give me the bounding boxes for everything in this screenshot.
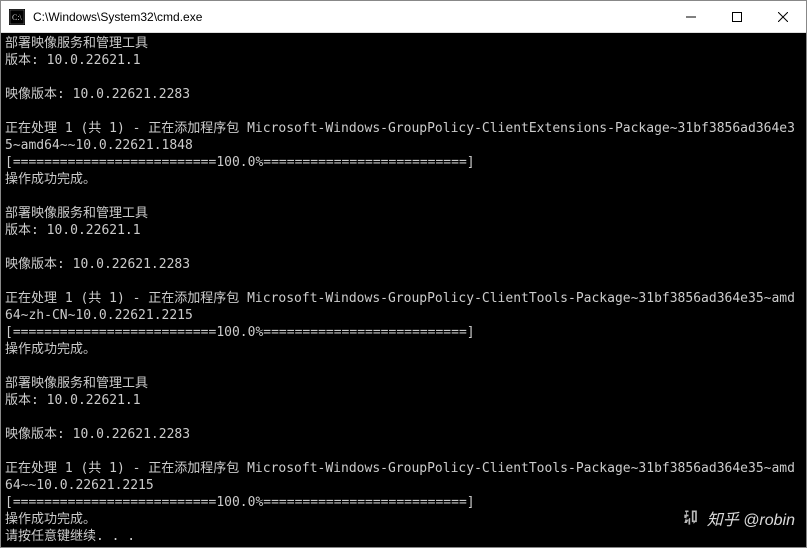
console-line: 版本: 10.0.22621.1 — [5, 392, 802, 409]
title-text: C:\Windows\System32\cmd.exe — [33, 10, 668, 24]
console-line: 版本: 10.0.22621.1 — [5, 52, 802, 69]
console-line: [==========================100.0%=======… — [5, 324, 802, 341]
console-line: 部署映像服务和管理工具 — [5, 35, 802, 52]
console-line: 请按任意键继续. . . — [5, 528, 802, 545]
console-line: 正在处理 1 (共 1) - 正在添加程序包 Microsoft-Windows… — [5, 460, 802, 494]
console-line: 版本: 10.0.22621.1 — [5, 222, 802, 239]
console-line — [5, 239, 802, 256]
console-line — [5, 443, 802, 460]
cmd-window: C:\ C:\Windows\System32\cmd.exe 部署映像服务和管… — [0, 0, 807, 548]
minimize-button[interactable] — [668, 1, 714, 32]
cmd-icon: C:\ — [9, 9, 25, 25]
watermark-text: 知乎 @robin — [707, 506, 795, 530]
console-line — [5, 273, 802, 290]
svg-text:C:\: C:\ — [12, 13, 23, 22]
console-line: 正在处理 1 (共 1) - 正在添加程序包 Microsoft-Windows… — [5, 290, 802, 324]
zhihu-icon — [681, 508, 701, 528]
window-controls — [668, 1, 806, 32]
console-line: 部署映像服务和管理工具 — [5, 205, 802, 222]
console-line: 操作成功完成。 — [5, 341, 802, 358]
console-line: 映像版本: 10.0.22621.2283 — [5, 256, 802, 273]
console-line: 操作成功完成。 — [5, 171, 802, 188]
console-line — [5, 69, 802, 86]
console-line — [5, 358, 802, 375]
watermark: 知乎 @robin — [681, 506, 795, 530]
console-line: 正在处理 1 (共 1) - 正在添加程序包 Microsoft-Windows… — [5, 120, 802, 154]
console-line — [5, 103, 802, 120]
maximize-button[interactable] — [714, 1, 760, 32]
console-line — [5, 188, 802, 205]
console-line: 映像版本: 10.0.22621.2283 — [5, 426, 802, 443]
console-output[interactable]: 部署映像服务和管理工具版本: 10.0.22621.1 映像版本: 10.0.2… — [1, 33, 806, 547]
console-line: [==========================100.0%=======… — [5, 154, 802, 171]
close-button[interactable] — [760, 1, 806, 32]
console-line: 部署映像服务和管理工具 — [5, 375, 802, 392]
title-bar: C:\ C:\Windows\System32\cmd.exe — [1, 1, 806, 33]
console-line: 映像版本: 10.0.22621.2283 — [5, 86, 802, 103]
console-line — [5, 409, 802, 426]
